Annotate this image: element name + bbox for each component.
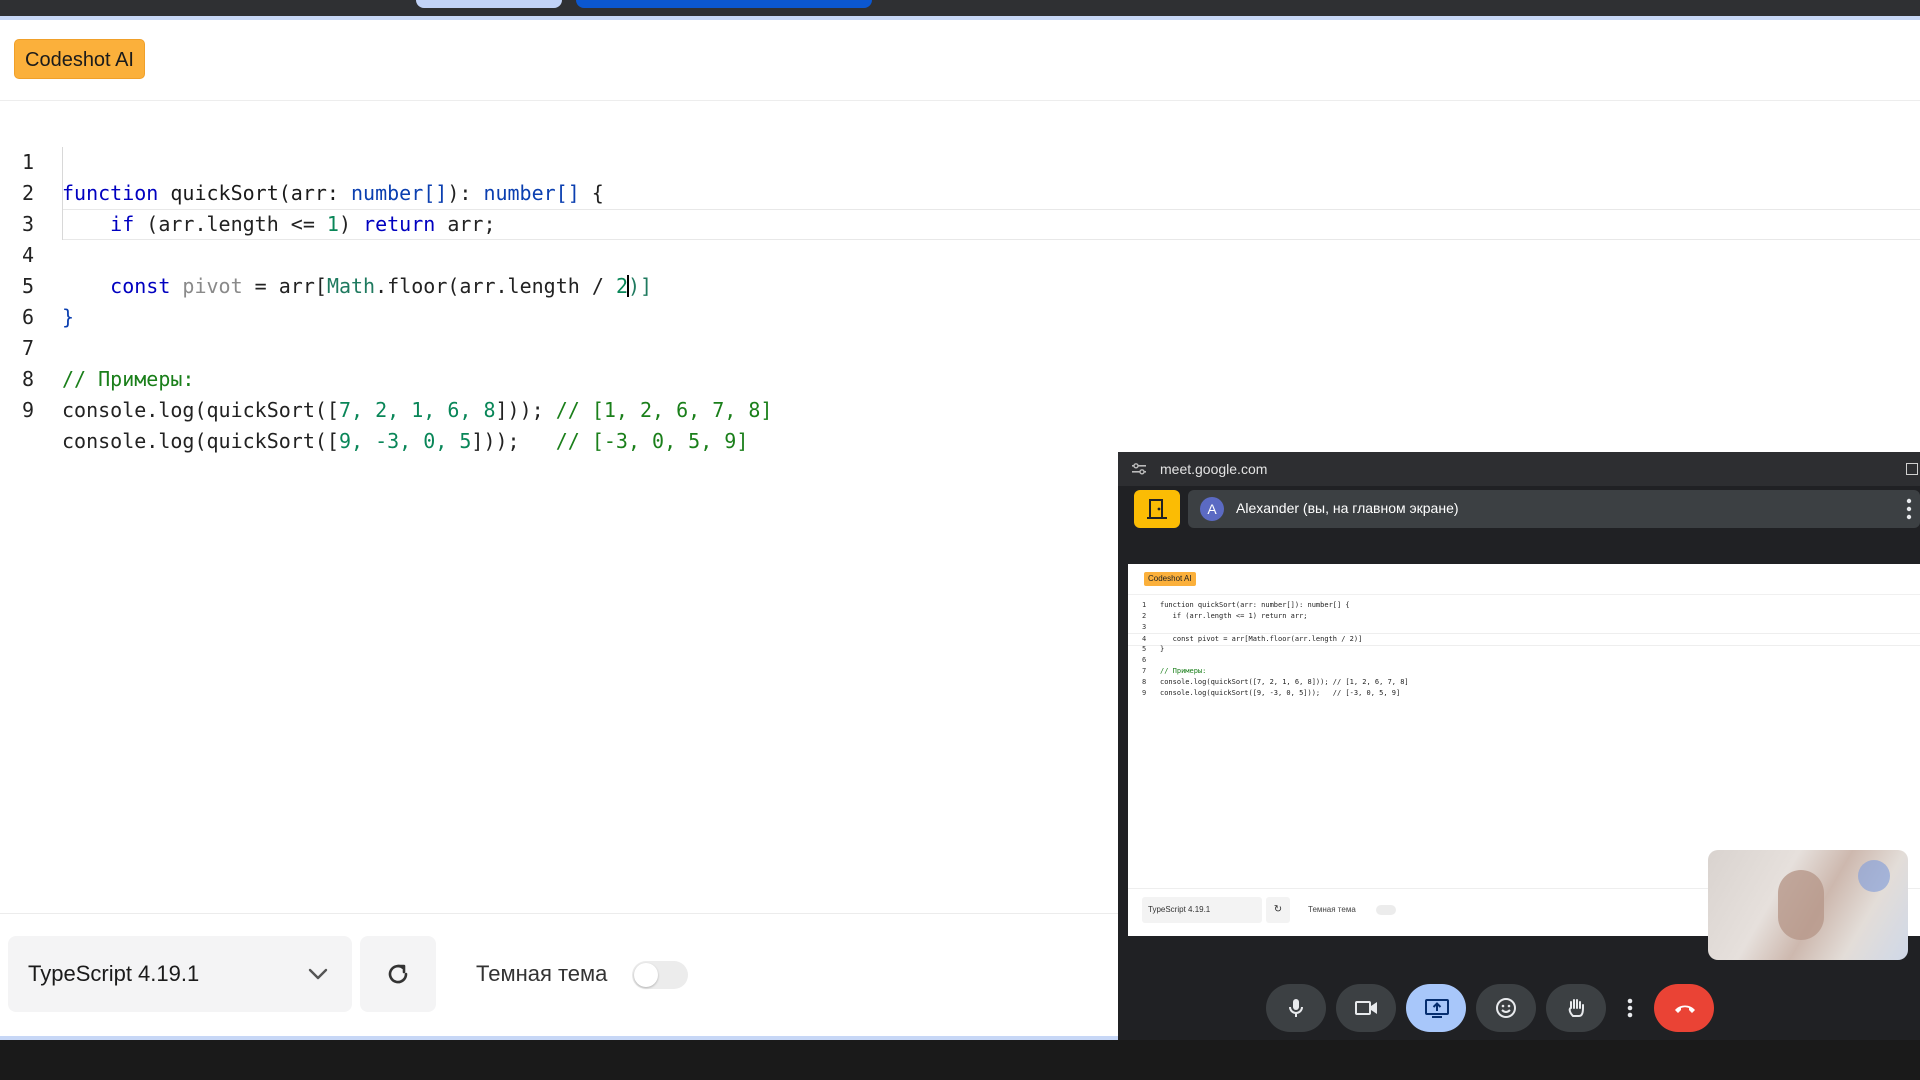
code-editor[interactable]: 1 function quickSort(arr: number[]): num… xyxy=(0,116,1920,453)
dark-theme-toggle[interactable] xyxy=(632,961,688,989)
shared-divider xyxy=(1128,594,1920,595)
code-line[interactable]: 1 function quickSort(arr: number[]): num… xyxy=(0,116,1920,205)
reset-code-button[interactable] xyxy=(360,936,436,1012)
more-vert-icon[interactable] xyxy=(1906,498,1912,520)
mic-icon xyxy=(1289,999,1303,1017)
refresh-icon xyxy=(388,964,408,984)
door-icon xyxy=(1147,499,1167,519)
browser-tab-indicator[interactable] xyxy=(416,0,562,8)
present-screen-button[interactable] xyxy=(1406,984,1466,1032)
more-options-button[interactable] xyxy=(1618,984,1642,1032)
language-select[interactable]: TypeScript 4.19.1 xyxy=(8,936,352,1012)
code-line[interactable]: 8 console.log(quickSort([7, 2, 1, 6, 8])… xyxy=(0,333,1920,422)
meet-presenter-header: A Alexander (вы, на главном экране) xyxy=(1118,486,1920,534)
toolbar-divider xyxy=(0,913,1120,914)
hand-icon xyxy=(1568,999,1584,1017)
code-line[interactable]: 2 if (arr.length <= 1) return arr; xyxy=(0,147,1920,236)
self-video-tile[interactable] xyxy=(1708,850,1908,960)
header-divider xyxy=(0,100,1920,101)
mic-button[interactable] xyxy=(1266,984,1326,1032)
code-line[interactable]: 9 console.log(quickSort([9, -3, 0, 5]));… xyxy=(0,364,1920,453)
leave-room-button[interactable] xyxy=(1134,490,1180,528)
code-text: ])); xyxy=(495,398,556,422)
reactions-button[interactable] xyxy=(1476,984,1536,1032)
shared-refresh-icon: ↻ xyxy=(1266,897,1290,923)
background-blur xyxy=(1858,860,1890,892)
code-line[interactable]: 7 // Примеры: xyxy=(0,302,1920,391)
emoji-icon xyxy=(1496,998,1516,1018)
shared-code-line: 2 if (arr.length <= 1) return arr; xyxy=(1142,612,1308,620)
shared-code-line: 9 console.log(quickSort([9, -3, 0, 5])); … xyxy=(1142,689,1401,697)
brand-badge: Codeshot AI xyxy=(14,39,145,79)
shared-theme-label: Темная тема xyxy=(1308,905,1356,914)
code-text: console.log(quickSort([ xyxy=(62,398,339,422)
dark-theme-label: Темная тема xyxy=(476,961,608,986)
raise-hand-button[interactable] xyxy=(1546,984,1606,1032)
shared-brand-badge: Codeshot AI xyxy=(1144,572,1196,586)
shared-code-line: 5} xyxy=(1142,645,1165,653)
shared-code-line: 6 xyxy=(1142,656,1147,664)
chevron-down-icon xyxy=(308,968,328,980)
meet-url: meet.google.com xyxy=(1160,461,1268,477)
shared-code-line: 3 xyxy=(1142,623,1147,631)
meet-pip-window[interactable]: meet.google.com A Alexander (вы, на глав… xyxy=(1118,452,1920,1040)
code-text: console.log(quickSort([ xyxy=(62,429,339,453)
meet-titlebar: meet.google.com xyxy=(1118,452,1920,486)
maximize-icon[interactable] xyxy=(1906,463,1918,475)
code-line[interactable]: 5 } xyxy=(0,240,1920,329)
shared-code-line: 7// Примеры: xyxy=(1142,667,1207,675)
present-screen-icon xyxy=(1425,999,1449,1018)
end-call-button[interactable] xyxy=(1654,984,1714,1032)
end-call-icon xyxy=(1675,1005,1695,1013)
avatar: A xyxy=(1200,497,1224,521)
top-accent-line xyxy=(0,16,1920,20)
number-token: 7, 2, 1, 6, 8 xyxy=(338,398,496,422)
code-text: ])); xyxy=(471,429,556,453)
person-silhouette xyxy=(1778,870,1824,940)
presenter-bar[interactable]: A Alexander (вы, на главном экране) xyxy=(1188,490,1920,528)
shared-code-line: 1 function quickSort(arr: number[]): numb… xyxy=(1142,601,1350,609)
camera-button[interactable] xyxy=(1336,984,1396,1032)
code-line[interactable]: 3 xyxy=(0,178,1920,236)
comment-token: // [1, 2, 6, 7, 8] xyxy=(555,398,773,422)
toggle-knob xyxy=(634,963,658,987)
comment-token: // [-3, 0, 5, 9] xyxy=(555,429,749,453)
presenter-name: Alexander (вы, на главном экране) xyxy=(1236,500,1459,516)
code-line-active[interactable]: 4 const pivot = arr[Math.floor(arr.lengt… xyxy=(0,209,1920,298)
meet-controls xyxy=(1118,980,1920,1040)
line-number: 9 xyxy=(21,398,34,422)
tune-icon[interactable] xyxy=(1132,463,1146,475)
more-vert-icon xyxy=(1627,998,1633,1018)
code-line[interactable]: 6 xyxy=(0,271,1920,329)
shared-code-line: 8 console.log(quickSort([7, 2, 1, 6, 8]))… xyxy=(1142,678,1409,686)
browser-share-indicator[interactable] xyxy=(576,0,872,8)
language-select-value: TypeScript 4.19.1 xyxy=(28,961,200,986)
browser-top-strip xyxy=(0,0,1920,16)
taskbar xyxy=(0,1040,1920,1080)
video-camera-icon xyxy=(1355,1001,1377,1015)
shared-theme-toggle xyxy=(1376,905,1396,915)
number-token: 9, -3, 0, 5 xyxy=(338,429,472,453)
shared-language-select: TypeScript 4.19.1 xyxy=(1142,897,1262,923)
